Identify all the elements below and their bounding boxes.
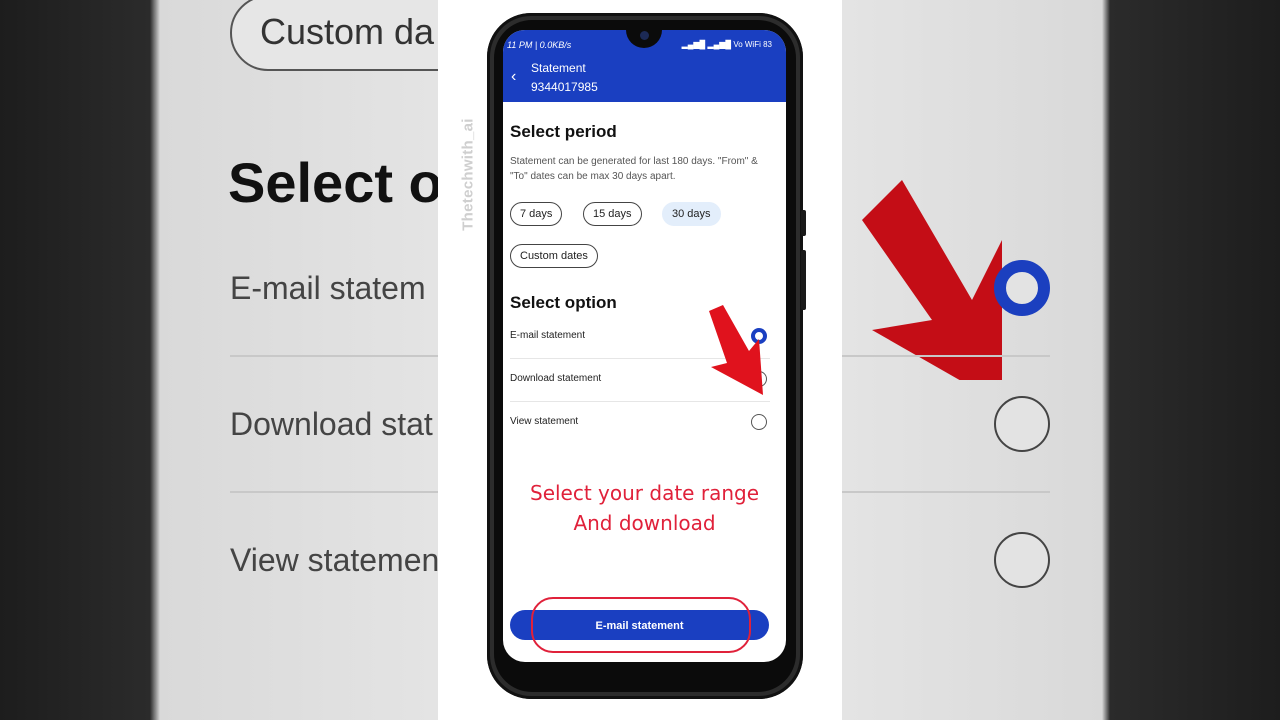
back-arrow-icon[interactable]: ‹	[511, 68, 516, 86]
phone-button	[801, 210, 806, 236]
page-title: Statement	[531, 61, 586, 75]
select-option-heading: Select option	[510, 293, 617, 312]
backdrop-right	[842, 0, 1280, 720]
option-label: View statement	[510, 416, 579, 427]
backdrop-row-view: View statemen	[230, 542, 438, 578]
option-view-statement[interactable]: View statement	[510, 402, 770, 444]
backdrop-radio-selected	[994, 260, 1050, 316]
backdrop-row-download: Download stat	[230, 406, 433, 442]
backdrop-radio	[994, 396, 1050, 452]
camera-icon	[640, 31, 649, 40]
backdrop-divider	[842, 491, 1050, 493]
backdrop-arrow-icon	[862, 180, 1002, 380]
option-label: E-mail statement	[510, 330, 586, 341]
chip-30-days[interactable]: 30 days	[662, 202, 721, 226]
annotation-line-2: And download	[573, 511, 716, 535]
backdrop-row-email: E-mail statem	[230, 270, 426, 306]
backdrop-divider	[230, 491, 438, 493]
status-bar-right: ▂▄▆█ ▂▄▆█ Vo WiFi 83	[682, 40, 772, 49]
status-indicators: Vo WiFi 83	[733, 40, 772, 49]
backdrop-chip-label: Custom da	[260, 11, 435, 52]
highlight-ring	[531, 597, 751, 653]
phone-button	[801, 250, 806, 310]
account-number: 9344017985	[531, 80, 598, 94]
red-arrow-icon	[709, 305, 763, 395]
status-bar-left: 11 PM | 0.0KB/s	[507, 40, 572, 50]
backdrop-radio	[994, 532, 1050, 588]
chip-7-days[interactable]: 7 days	[510, 202, 563, 226]
phone-screen: 11 PM | 0.0KB/s ▂▄▆█ ▂▄▆█ Vo WiFi 83 ‹ S…	[503, 30, 786, 662]
chip-15-days[interactable]: 15 days	[583, 202, 642, 226]
backdrop-divider	[842, 355, 1050, 357]
annotation-line-1: Select your date range	[530, 481, 759, 505]
watermark-text: Thetechwith_ai	[459, 118, 477, 231]
select-period-heading: Select period	[510, 122, 617, 141]
radio[interactable]	[751, 414, 767, 430]
period-description: Statement can be generated for last 180 …	[510, 156, 758, 182]
watermark: Thetechwith_ai	[452, 118, 480, 240]
chip-custom-dates[interactable]: Custom dates	[510, 244, 598, 268]
option-label: Download statement	[510, 373, 602, 384]
backdrop-divider	[230, 355, 438, 357]
backdrop-custom-dates-chip: Custom da	[230, 0, 438, 71]
signal-icon: ▂▄▆█ ▂▄▆█	[681, 40, 734, 49]
backdrop-left: Custom da Select o E-mail statem Downloa…	[0, 0, 438, 720]
backdrop-heading: Select o	[228, 151, 438, 214]
